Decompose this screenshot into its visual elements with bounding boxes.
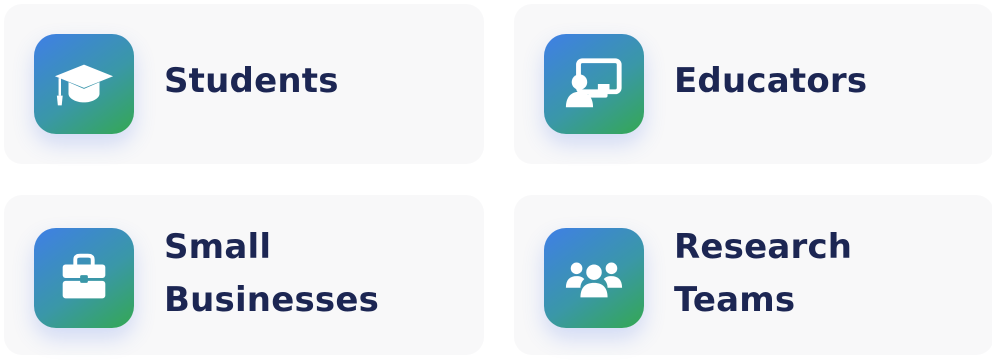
audience-card-research-teams[interactable]: Research Teams — [514, 195, 992, 355]
teacher-whiteboard-icon — [544, 34, 644, 134]
users-group-icon — [544, 228, 644, 328]
card-label-small-businesses: Small Businesses — [164, 227, 380, 320]
card-label-educators: Educators — [674, 60, 868, 101]
audience-card-students[interactable]: Students — [4, 4, 484, 164]
card-label-students: Students — [164, 60, 339, 101]
graduation-cap-icon — [34, 34, 134, 134]
briefcase-icon — [34, 228, 134, 328]
audience-card-small-businesses[interactable]: Small Businesses — [4, 195, 484, 355]
audience-card-educators[interactable]: Educators — [514, 4, 992, 164]
card-label-research-teams: Research Teams — [674, 227, 853, 320]
